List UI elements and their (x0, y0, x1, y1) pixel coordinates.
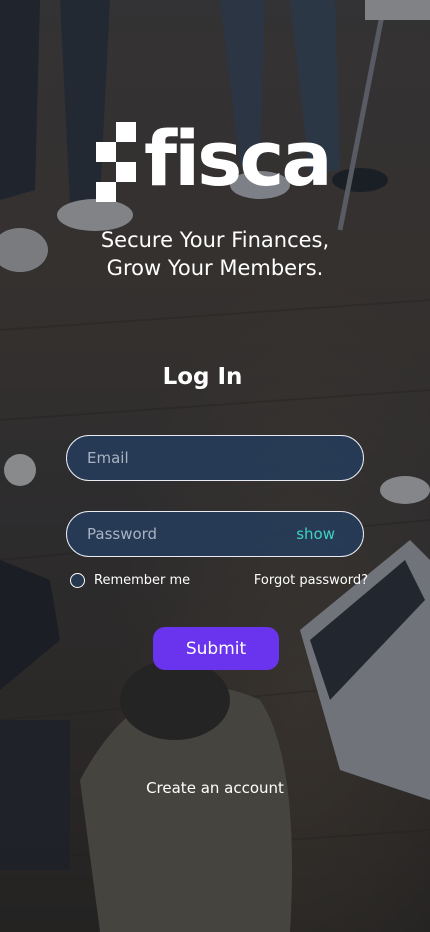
create-account-link[interactable]: Create an account (0, 779, 430, 797)
remember-me-label[interactable]: Remember me (94, 573, 190, 588)
forgot-password-link[interactable]: Forgot password? (254, 573, 368, 588)
password-input[interactable] (87, 525, 297, 543)
email-input[interactable] (87, 449, 343, 467)
login-title: Log In (162, 364, 243, 390)
logo-wordmark: fisca (144, 114, 333, 203)
login-screen: fisca Secure Your Finances, Grow Your Me… (0, 0, 430, 932)
tagline: Secure Your Finances, Grow Your Members. (0, 226, 430, 282)
remember-me-checkbox[interactable] (70, 572, 85, 588)
login-options-row: Remember me Forgot password? (70, 569, 368, 591)
tagline-line-2: Grow Your Members. (106, 256, 324, 280)
tagline-line-1: Secure Your Finances, (100, 228, 330, 252)
remember-me-toggle[interactable]: Remember me (70, 572, 190, 588)
fisca-logo: fisca (96, 120, 336, 204)
email-field[interactable] (66, 435, 364, 481)
submit-button[interactable]: Submit (153, 627, 279, 670)
password-field[interactable]: show (66, 511, 364, 557)
show-password-button[interactable]: show (296, 525, 335, 543)
logo-pixel-mark-icon (96, 122, 136, 202)
